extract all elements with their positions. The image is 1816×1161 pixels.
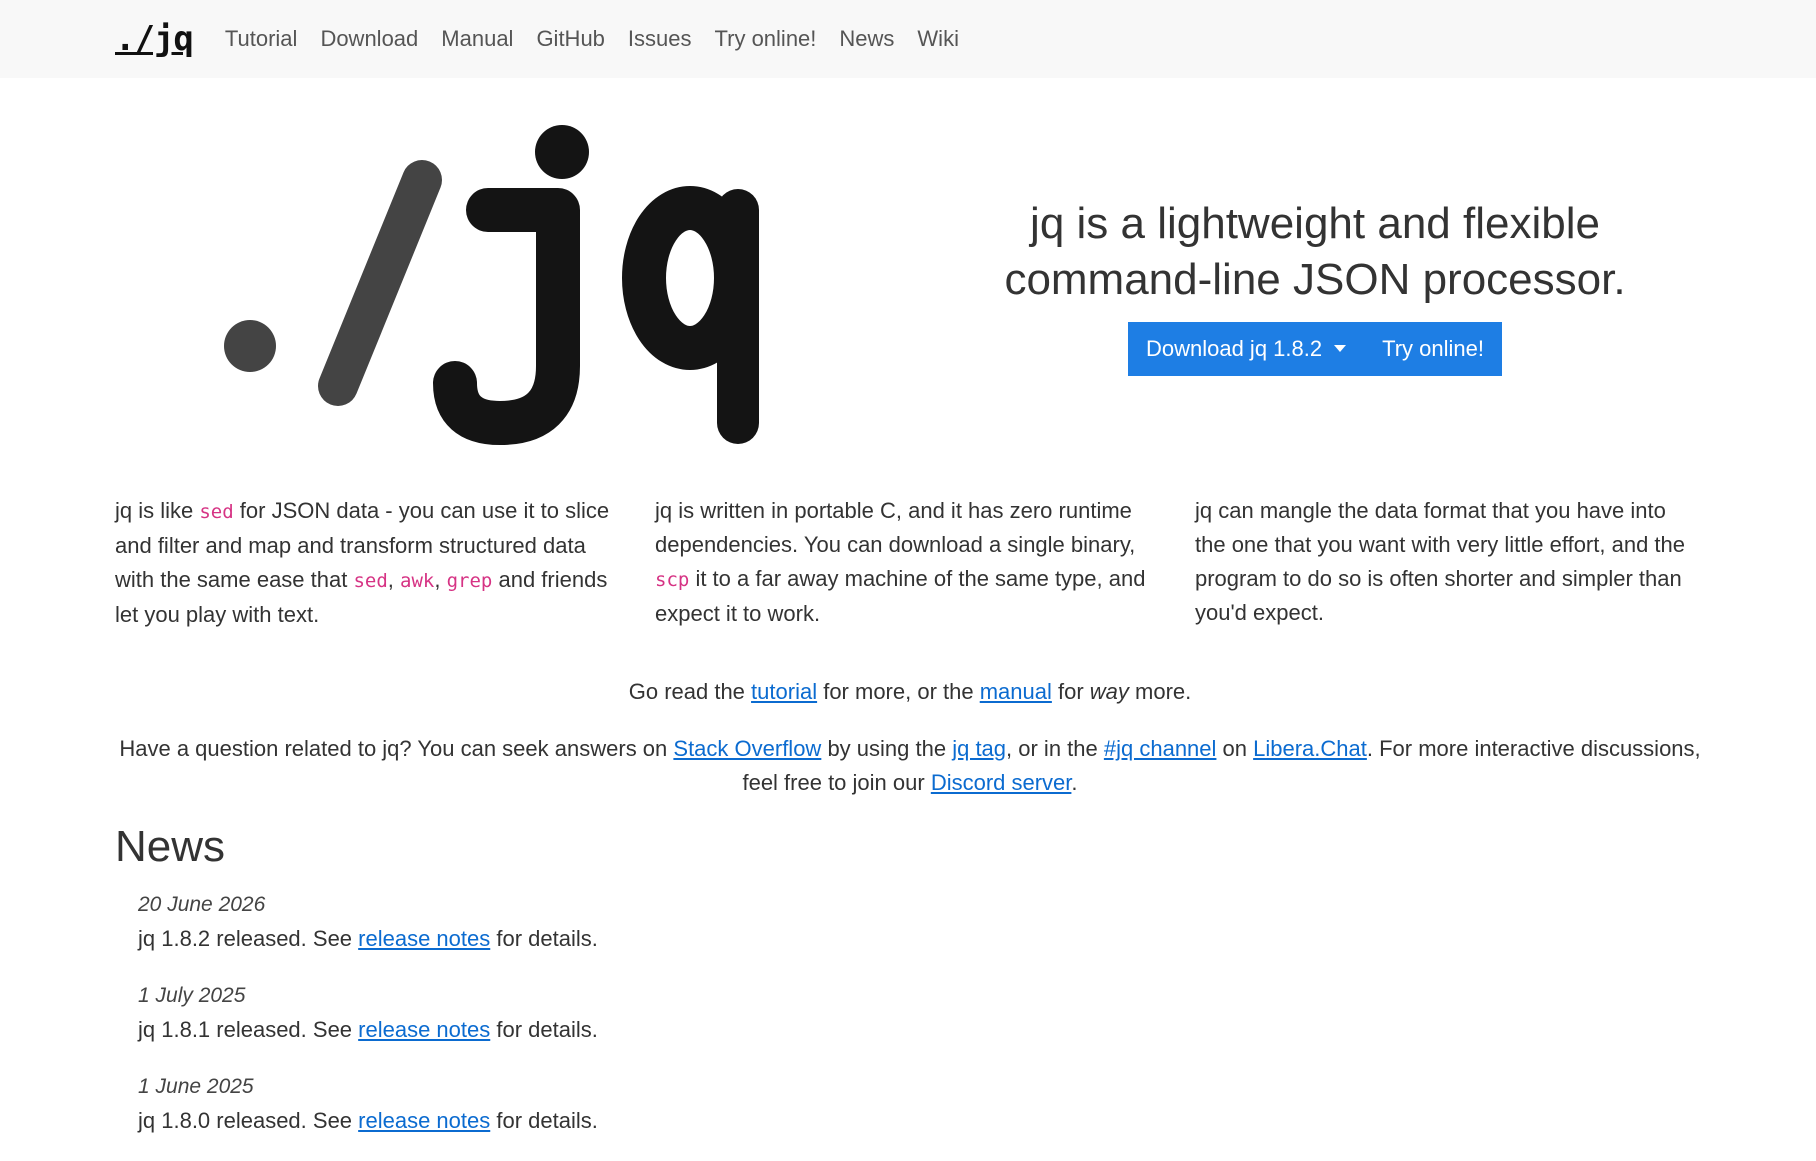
community-text: by using the — [821, 736, 953, 761]
manual-link[interactable]: manual — [980, 679, 1052, 704]
release-notes-link[interactable]: release notes — [358, 926, 490, 951]
feature-text: jq can mangle the data format that you h… — [1195, 498, 1685, 625]
logo-slash — [318, 160, 442, 406]
discord-server-link[interactable]: Discord server — [931, 770, 1072, 795]
nav-links: Tutorial Download Manual GitHub Issues T… — [225, 26, 982, 52]
download-dropdown-button[interactable]: Download jq 1.8.2 — [1127, 322, 1365, 376]
news-item: 1 July 2025 jq 1.8.1 released. See relea… — [138, 979, 598, 1047]
nav-link-manual[interactable]: Manual — [441, 26, 513, 52]
news-date: 1 July 2025 — [138, 984, 246, 1007]
feature-text: jq is written in portable C, and it has … — [655, 498, 1136, 557]
jq-channel-link[interactable]: #jq channel — [1104, 736, 1217, 761]
news-text-part: for details. — [490, 1108, 598, 1133]
nav-link-issues[interactable]: Issues — [628, 26, 692, 52]
tutorial-link[interactable]: tutorial — [751, 679, 817, 704]
community-text: . — [1071, 770, 1078, 795]
feature-columns: jq is like sed for JSON data - you can u… — [115, 494, 1705, 632]
code-grep: grep — [446, 570, 493, 592]
news-text-part: jq 1.8.1 released. See — [138, 1017, 359, 1042]
stack-overflow-link[interactable]: Stack Overflow — [673, 736, 821, 761]
read-more-text: for — [1051, 679, 1090, 704]
jq-tag-link[interactable]: jq tag — [952, 736, 1006, 761]
hero-intro: jq is a lightweight and flexible command… — [960, 196, 1670, 376]
feature-mangle: jq can mangle the data format that you h… — [1195, 494, 1697, 632]
nav-link-download[interactable]: Download — [320, 26, 418, 52]
tagline-line1: jq is a lightweight and flexible — [1030, 199, 1600, 248]
download-button-label: Download jq 1.8.2 — [1145, 336, 1323, 361]
news-date: 20 June 2026 — [138, 893, 266, 916]
read-more-text: Go read the — [628, 679, 752, 704]
code-awk: awk — [400, 570, 435, 592]
feature-text: it to a far away machine of the same typ… — [655, 566, 1146, 626]
read-more-text: for more, or the — [817, 679, 980, 704]
news-text-part: for details. — [490, 926, 598, 951]
feature-text: jq is like — [115, 498, 200, 523]
feature-text: , — [434, 567, 447, 592]
caret-down-icon — [1334, 344, 1347, 352]
feature-text: , — [387, 567, 401, 592]
nav-link-tutorial[interactable]: Tutorial — [225, 26, 298, 52]
try-online-button[interactable]: Try online! — [1364, 322, 1502, 376]
hero-button-group: Download jq 1.8.2 Try online! — [1127, 322, 1502, 376]
news-item: 1 June 2025 jq 1.8.0 released. See relea… — [138, 1070, 598, 1138]
news-item: 20 June 2026 jq 1.8.2 released. See rele… — [138, 888, 598, 956]
news-text: jq 1.8.1 released. See release notes for… — [138, 1013, 598, 1047]
news-text: jq 1.8.2 released. See release notes for… — [138, 922, 598, 956]
jq-hero-logo — [224, 125, 759, 445]
community-text: on — [1216, 736, 1254, 761]
logo-j-stem — [433, 188, 580, 445]
community-text: Have a question related to jq? You can s… — [119, 736, 674, 761]
logo-j-dot — [535, 125, 589, 179]
feature-sed: jq is like sed for JSON data - you can u… — [115, 494, 617, 632]
news-text-part: jq 1.8.2 released. See — [138, 926, 359, 951]
community-text: , or in the — [1006, 736, 1104, 761]
code-scp: scp — [655, 569, 690, 591]
news-list: 20 June 2026 jq 1.8.2 released. See rele… — [138, 888, 598, 1161]
nav-link-news[interactable]: News — [839, 26, 894, 52]
news-text-part: jq 1.8.0 released. See — [138, 1108, 359, 1133]
code-sed: sed — [353, 570, 388, 592]
libera-chat-link[interactable]: Libera.Chat — [1253, 736, 1367, 761]
read-more-text: more. — [1128, 679, 1192, 704]
tagline-line2: command-line JSON processor. — [1004, 255, 1626, 304]
news-date: 1 June 2025 — [138, 1075, 254, 1098]
feature-portable: jq is written in portable C, and it has … — [655, 494, 1157, 632]
news-text: jq 1.8.0 released. See release notes for… — [138, 1104, 598, 1138]
release-notes-link[interactable]: release notes — [358, 1108, 490, 1133]
read-more-paragraph: Go read the tutorial for more, or the ma… — [115, 675, 1705, 709]
news-heading: News — [115, 822, 226, 871]
emphasis-way: way — [1089, 679, 1129, 704]
nav-link-github[interactable]: GitHub — [536, 26, 604, 52]
code-sed: sed — [199, 501, 234, 523]
top-navbar: ./jq Tutorial Download Manual GitHub Iss… — [0, 0, 1816, 78]
tagline: jq is a lightweight and flexible command… — [960, 196, 1670, 308]
news-text-part: for details. — [490, 1017, 598, 1042]
brand-logo-link[interactable]: ./jq — [115, 19, 194, 59]
nav-link-try-online[interactable]: Try online! — [715, 26, 817, 52]
nav-link-wiki[interactable]: Wiki — [917, 26, 959, 52]
release-notes-link[interactable]: release notes — [358, 1017, 490, 1042]
community-paragraph: Have a question related to jq? You can s… — [115, 732, 1705, 800]
logo-dot — [224, 320, 276, 372]
